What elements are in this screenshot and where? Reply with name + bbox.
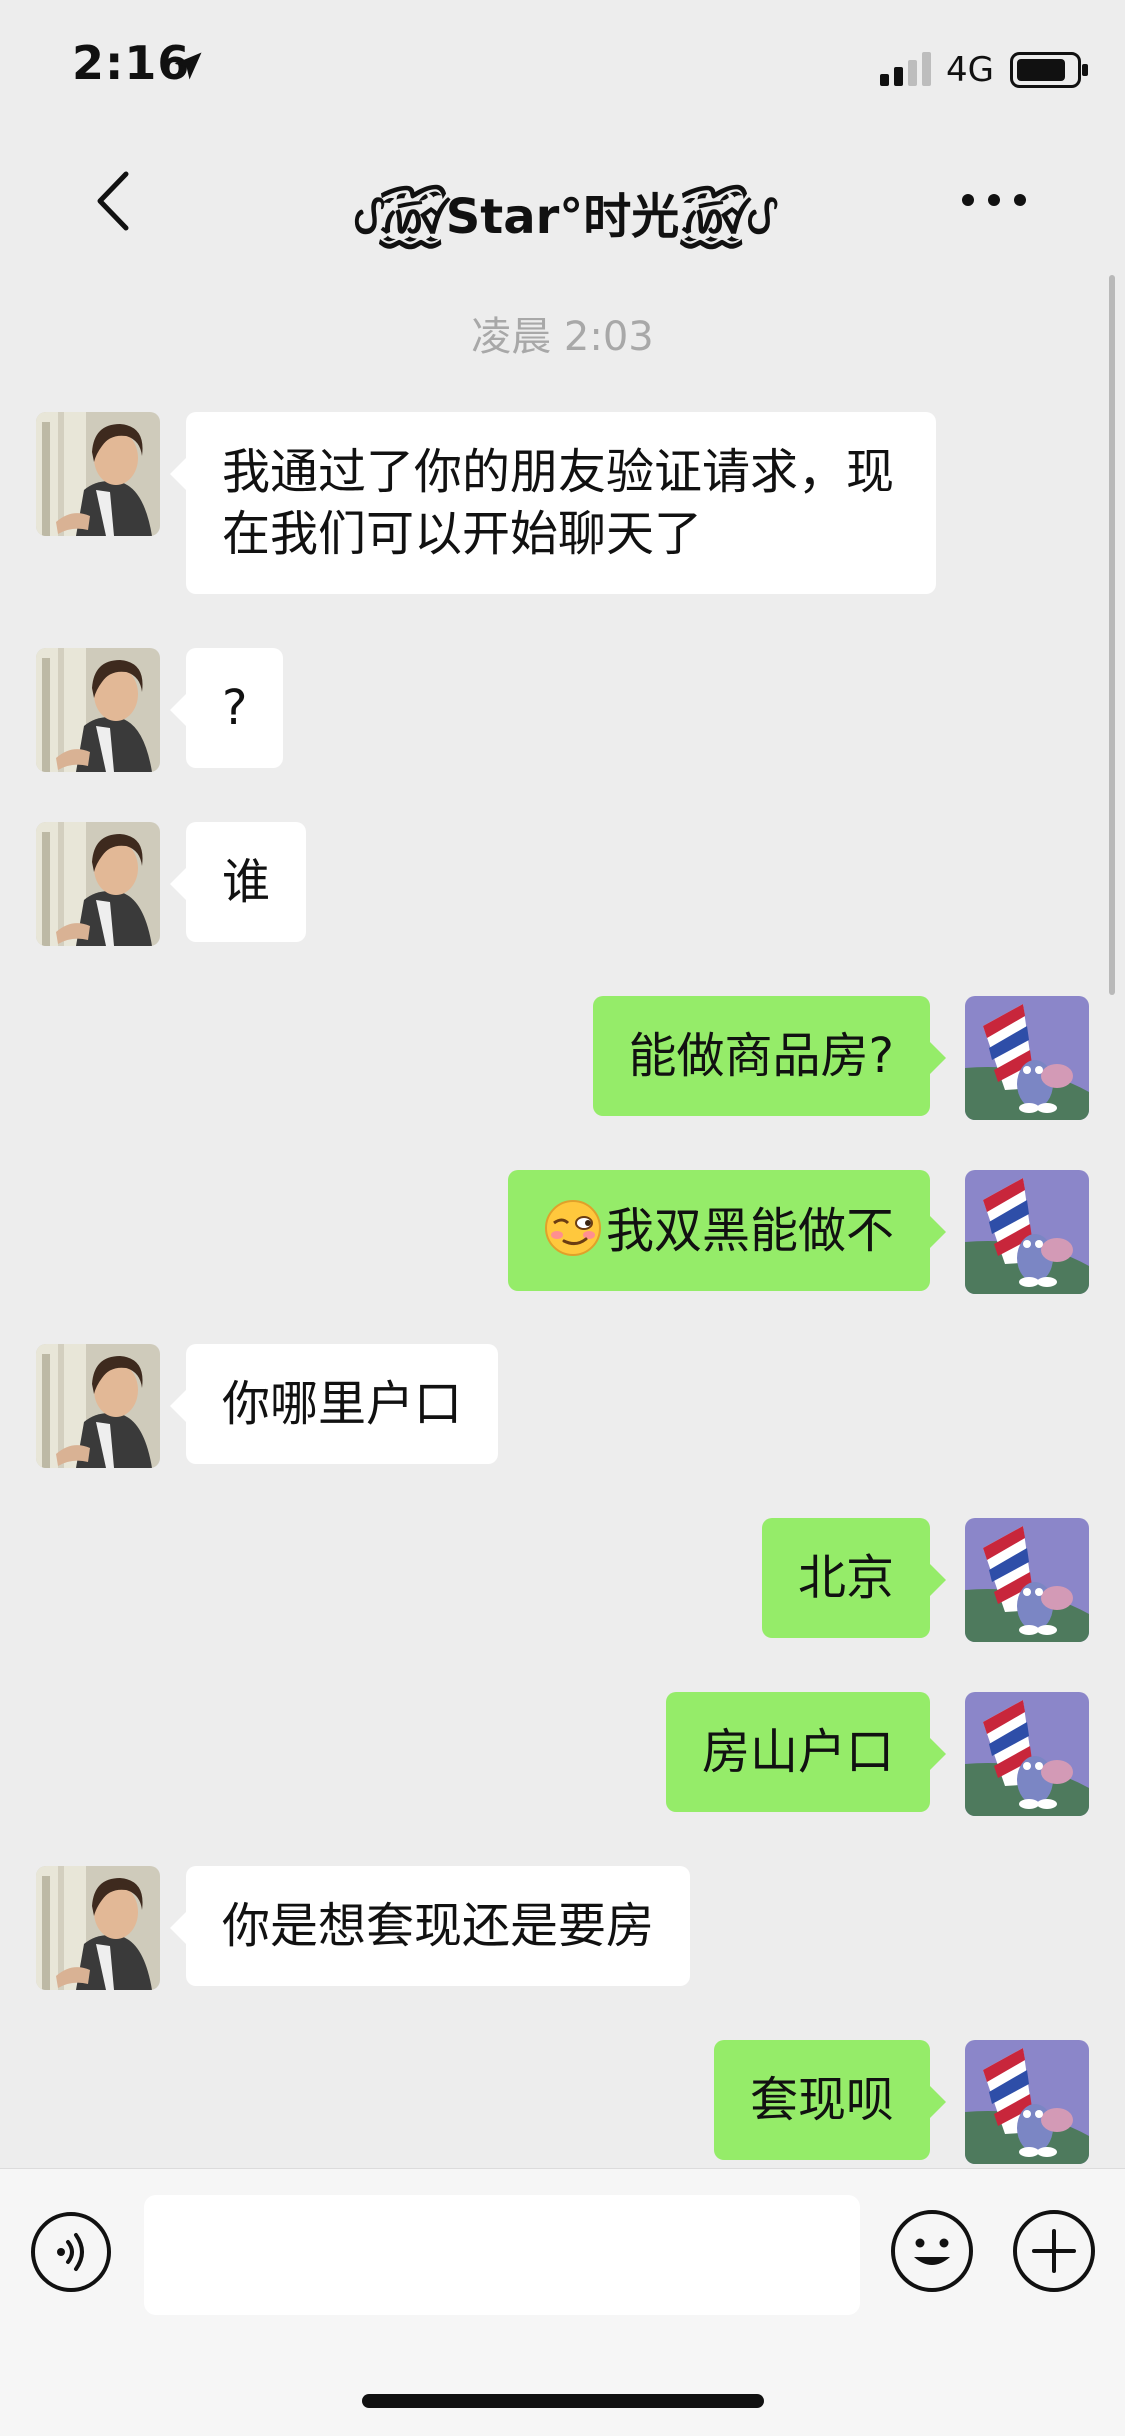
message-text: 谁 [222,854,271,910]
signal-icon [880,52,931,86]
more-icon[interactable] [956,178,1032,222]
plus-icon[interactable] [1012,2209,1096,2293]
message-bubble-outgoing[interactable]: 北京 [761,1518,947,1638]
chat-title: ᦔ꫞Star°时光꫞ᦔ [353,189,772,245]
emoji-icon[interactable] [890,2209,974,2293]
contact-avatar[interactable] [36,412,160,536]
message-bubble-outgoing[interactable]: 房山户口 [665,1692,947,1812]
chat-screen: 2:16 4G ᦔ꫞Star°时光꫞ᦔ 凌晨 2:03 我通过了你的朋友验证请求… [0,0,1125,2436]
contact-avatar[interactable] [36,1344,160,1468]
message-text: 房山户口 [701,1724,894,1780]
message-bubble-outgoing[interactable]: 能做商品房? [592,996,947,1116]
voice-icon[interactable] [30,2211,112,2293]
contact-avatar[interactable] [36,822,160,946]
smirk-emoji-icon [544,1200,601,1256]
contact-avatar[interactable] [36,648,160,772]
message-text: 我双黑能做不 [605,1203,894,1259]
nav-bar: ᦔ꫞Star°时光꫞ᦔ [0,140,1125,260]
location-arrow-icon [174,52,202,80]
contact-avatar[interactable] [36,1866,160,1990]
message-text: ? [222,680,248,736]
message-input[interactable] [144,2195,860,2315]
message-text: 北京 [797,1550,894,1606]
message-text: 套现呗 [749,2072,894,2128]
message-bubble-incoming[interactable]: ? [169,648,284,768]
home-indicator[interactable] [362,2394,764,2408]
message-bubble-outgoing[interactable]: 套现呗 [713,2040,947,2160]
my-avatar[interactable] [965,996,1089,1120]
chevron-left-icon[interactable] [86,166,146,236]
battery-icon [1010,52,1088,88]
scroll-indicator[interactable] [1109,275,1115,995]
message-bubble-incoming[interactable]: 我通过了你的朋友验证请求，现在我们可以开始聊天了 [170,412,936,594]
message-bubble-incoming[interactable]: 你是想套现还是要房 [169,1866,691,1986]
message-bubble-incoming[interactable]: 谁 [169,822,307,942]
message-timestamp: 凌晨 2:03 [471,314,654,360]
message-bubble-incoming[interactable]: 你哪里户口 [169,1344,499,1464]
network-label: 4G [946,50,994,90]
status-bar: 2:16 4G [0,0,1125,140]
my-avatar[interactable] [965,1170,1089,1294]
my-avatar[interactable] [965,2040,1089,2164]
my-avatar[interactable] [965,1518,1089,1642]
message-bubble-outgoing[interactable]: 我双黑能做不 [507,1170,947,1291]
message-text: 我通过了你的朋友验证请求，现在我们可以开始聊天了 [222,444,895,562]
my-avatar[interactable] [965,1692,1089,1816]
message-text: 能做商品房? [628,1028,894,1084]
message-text: 你哪里户口 [222,1376,463,1432]
message-text: 你是想套现还是要房 [222,1898,655,1954]
